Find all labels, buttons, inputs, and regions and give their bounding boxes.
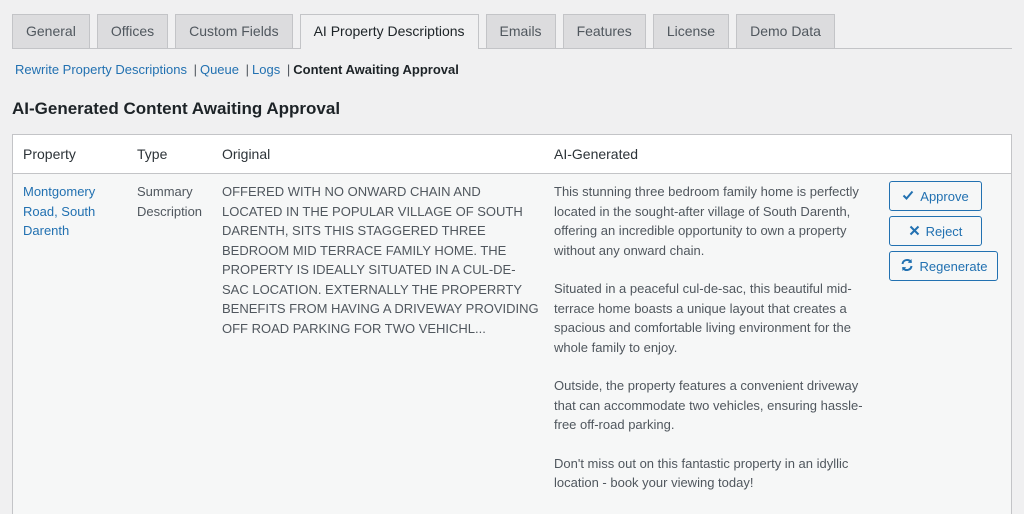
subnav-separator: | [286, 62, 291, 77]
property-link[interactable]: Montgomery Road, South Darenth [23, 182, 123, 241]
subnav-logs-link[interactable]: Logs [252, 62, 280, 77]
tab-demo-data[interactable]: Demo Data [736, 14, 835, 48]
checkmark-icon [902, 189, 914, 203]
ai-paragraph: This stunning three bedroom family home … [554, 184, 859, 258]
reject-button[interactable]: Reject [889, 216, 982, 246]
settings-tabs: General Offices Custom Fields AI Propert… [12, 14, 1012, 49]
ai-paragraph: Outside, the property features a conveni… [554, 378, 863, 432]
table-row: Montgomery Road, South Darenth Summary D… [13, 174, 1011, 514]
tab-offices[interactable]: Offices [96, 14, 169, 48]
tab-general[interactable]: General [12, 14, 90, 48]
column-header-original: Original [222, 146, 271, 162]
tab-emails[interactable]: Emails [485, 14, 556, 48]
tab-features[interactable]: Features [562, 14, 646, 48]
tab-ai-property-descriptions[interactable]: AI Property Descriptions [299, 14, 479, 49]
tab-license[interactable]: License [652, 14, 730, 48]
approve-button[interactable]: Approve [889, 181, 982, 211]
approval-table: Property Type Original AI-Generated Mont… [12, 134, 1012, 514]
regenerate-button[interactable]: Regenerate [889, 251, 998, 281]
column-header-ai-generated: AI-Generated [554, 146, 639, 162]
ai-paragraph: Situated in a peaceful cul-de-sac, this … [554, 281, 852, 355]
refresh-icon [900, 258, 914, 274]
subnav-rewrite-link[interactable]: Rewrite Property Descriptions [15, 62, 187, 77]
reject-label: Reject [925, 223, 963, 239]
ai-generated-description: This stunning three bedroom family home … [554, 182, 864, 512]
table-header: Property Type Original AI-Generated [13, 135, 1011, 174]
description-type: Summary Description [137, 184, 203, 219]
row-actions: Approve Reject Regenerate [889, 181, 998, 286]
approve-label: Approve [920, 188, 969, 204]
page-title: AI-Generated Content Awaiting Approval [12, 99, 341, 118]
column-header-type: Type [137, 146, 168, 162]
subnav-queue-link[interactable]: Queue [200, 62, 239, 77]
ai-paragraph: Don't miss out on this fantastic propert… [554, 455, 849, 491]
original-description: OFFERED WITH NO ONWARD CHAIN AND LOCATED… [222, 184, 539, 336]
close-icon [909, 224, 920, 238]
subnav-current-item: Content Awaiting Approval [293, 62, 459, 77]
subnav-separator: | [245, 62, 250, 77]
subnav-separator: | [193, 62, 197, 77]
sub-navigation: Rewrite Property Descriptions | Queue | Lo… [15, 62, 459, 78]
tab-custom-fields[interactable]: Custom Fields [175, 14, 293, 48]
regenerate-label: Regenerate [919, 258, 988, 274]
column-header-property: Property [23, 146, 76, 162]
